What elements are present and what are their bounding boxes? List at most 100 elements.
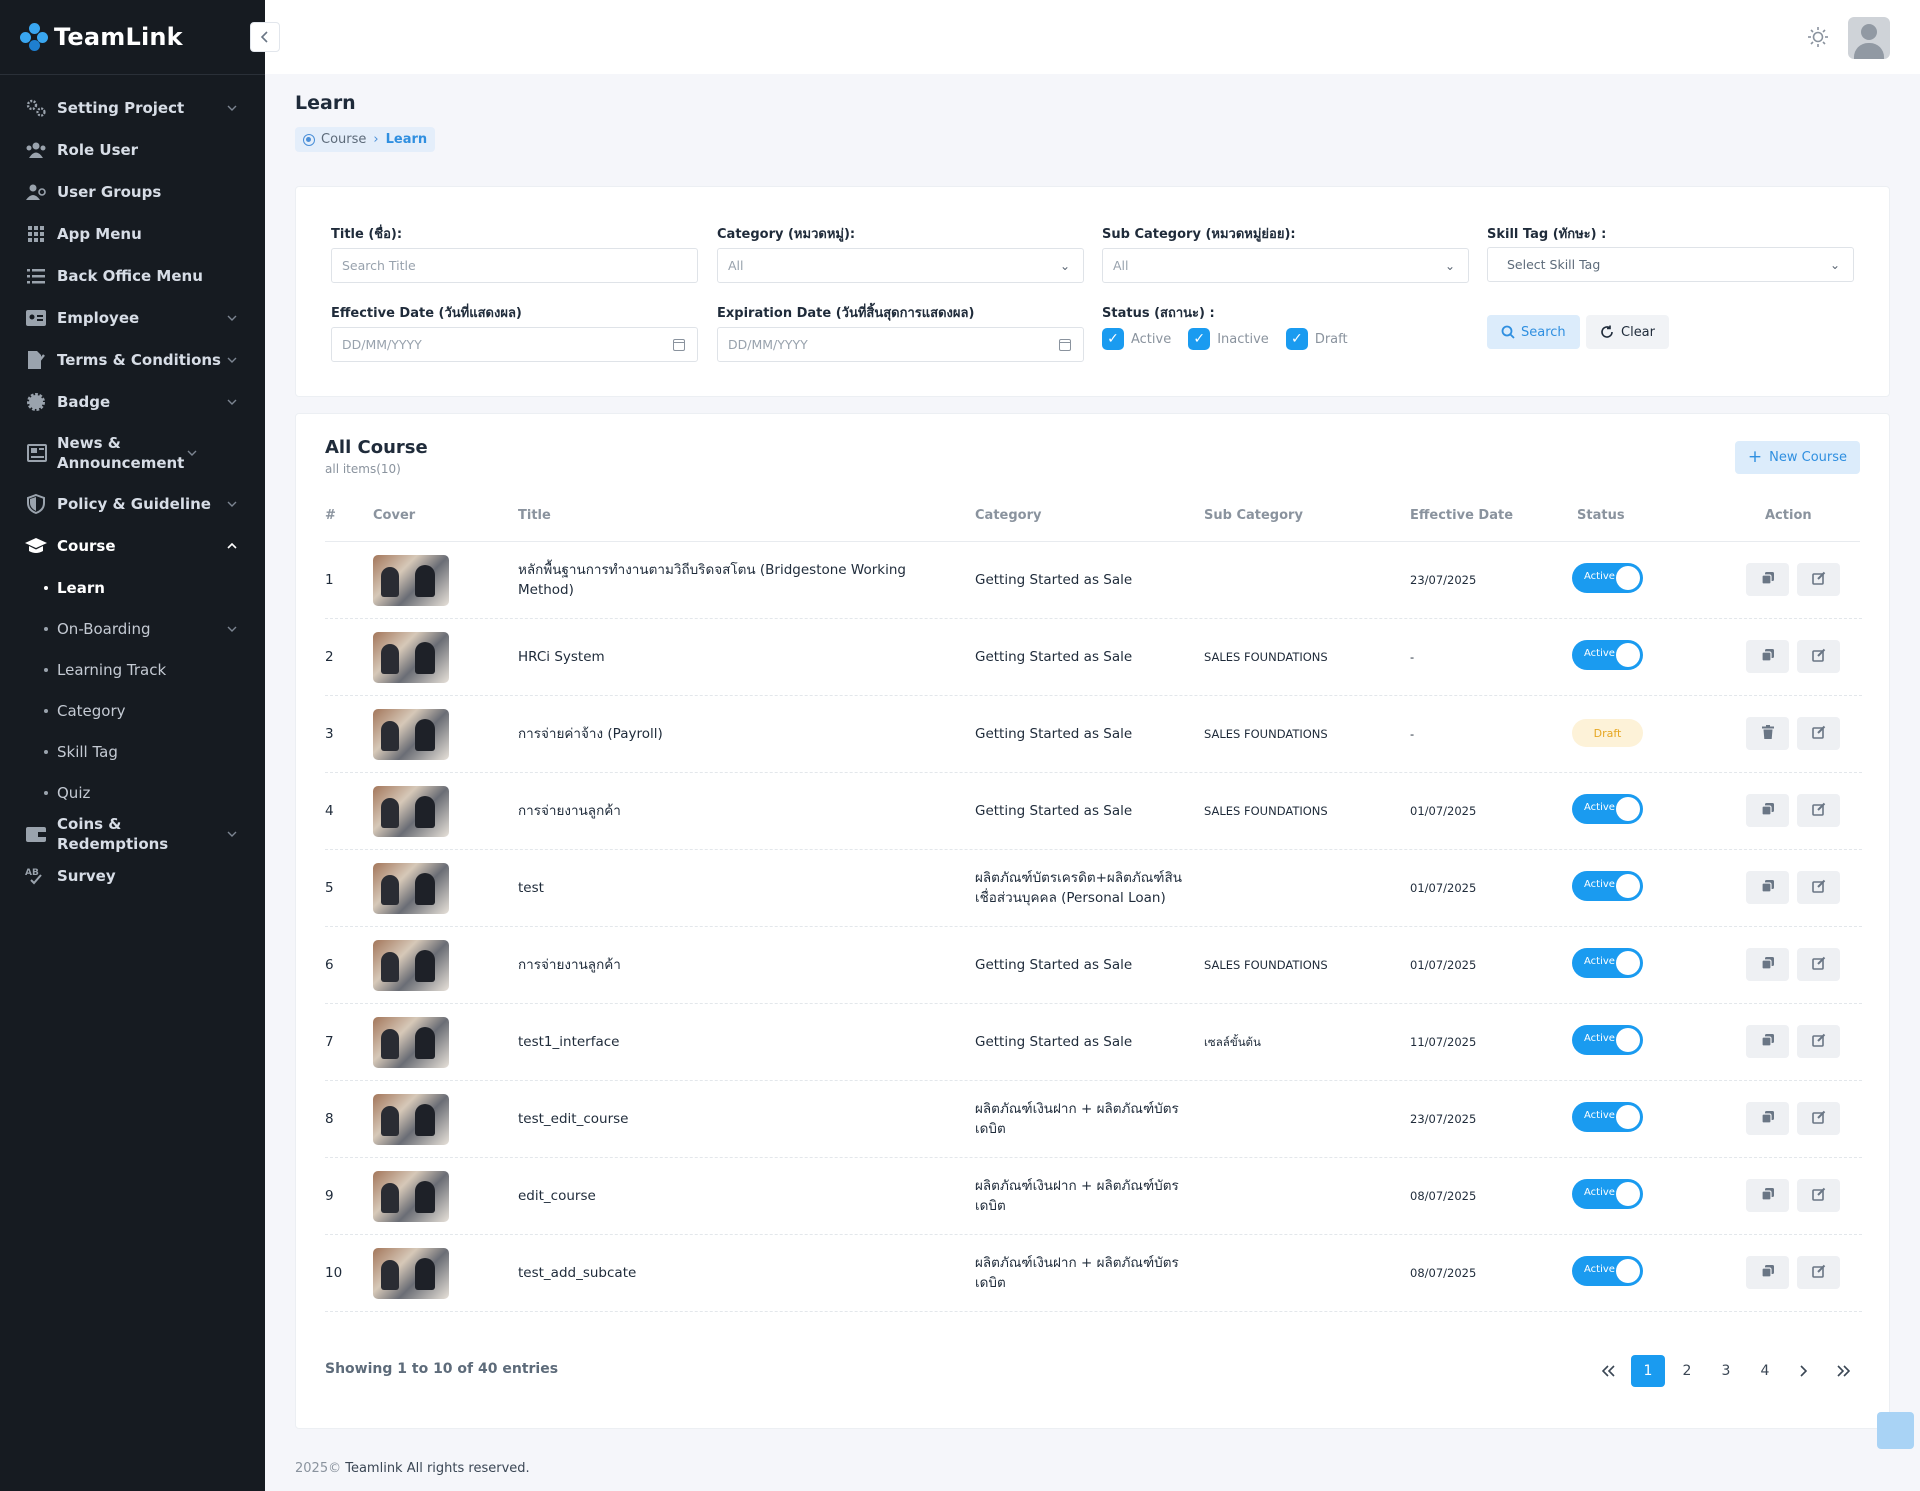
duplicate-button[interactable] <box>1746 1256 1789 1289</box>
sidebar-item-survey[interactable]: AB Survey <box>0 855 265 897</box>
sidebar-subitem-learning-track[interactable]: Learning Track <box>0 649 265 690</box>
duplicate-button[interactable] <box>1746 640 1789 673</box>
edit-button[interactable] <box>1797 717 1840 750</box>
course-title[interactable]: หลักพื้นฐานการทำงานตามวิถีบริดจสโตน (Bri… <box>518 560 958 600</box>
row-number: 3 <box>325 726 334 742</box>
course-title[interactable]: edit_course <box>518 1186 958 1206</box>
status-toggle[interactable]: Active <box>1572 948 1643 978</box>
collapse-sidebar-button[interactable] <box>250 22 280 52</box>
effective-date-input[interactable]: DD/MM/YYYY <box>331 327 698 362</box>
course-title[interactable]: การจ่ายงานลูกค้า <box>518 801 958 821</box>
sun-icon[interactable] <box>1807 26 1829 48</box>
edit-button[interactable] <box>1797 1025 1840 1058</box>
table-row[interactable]: 2 HRCi System Getting Started as Sale SALES… <box>325 619 1862 696</box>
inactive-checkbox[interactable]: ✓ <box>1188 328 1211 350</box>
status-toggle[interactable]: Active <box>1572 871 1643 901</box>
duplicate-button[interactable] <box>1746 563 1789 596</box>
duplicate-button[interactable] <box>1746 1102 1789 1135</box>
table-row[interactable]: 9 edit_course ผลิตภัณฑ์เงินฝาก + ผลิตภัณฑ์… <box>325 1158 1862 1235</box>
sidebar-item-back-office-menu[interactable]: Back Office Menu <box>0 255 265 297</box>
course-title[interactable]: การจ่ายงานลูกค้า <box>518 955 958 975</box>
page-button-1[interactable]: 1 <box>1631 1355 1665 1387</box>
table-row[interactable]: 8 test_edit_course ผลิตภัณฑ์เงินฝาก + ผลิต… <box>325 1081 1862 1158</box>
table-row[interactable]: 7 test1_interface Getting Started as Sale เ… <box>325 1004 1862 1081</box>
new-course-button[interactable]: + New Course <box>1734 441 1860 474</box>
course-title[interactable]: การจ่ายค่าจ้าง (Payroll) <box>518 724 958 744</box>
course-title[interactable]: test <box>518 878 958 898</box>
delete-button[interactable] <box>1746 717 1789 750</box>
first-page-button[interactable] <box>1592 1355 1626 1387</box>
active-checkbox[interactable]: ✓ <box>1102 328 1124 350</box>
sidebar-item-role-user[interactable]: Role User <box>0 129 265 171</box>
sidebar-item-user-groups[interactable]: User Groups <box>0 171 265 213</box>
copy-icon <box>1760 570 1775 589</box>
edit-button[interactable] <box>1797 563 1840 596</box>
scroll-to-top-button[interactable] <box>1877 1412 1914 1449</box>
course-title[interactable]: test_add_subcate <box>518 1263 958 1283</box>
status-toggle[interactable]: Active <box>1572 1025 1643 1055</box>
status-toggle[interactable]: Active <box>1572 640 1643 670</box>
page-button-2[interactable]: 2 <box>1670 1355 1704 1387</box>
table-row[interactable]: 10 test_add_subcate ผลิตภัณฑ์เงินฝาก + ผลิ… <box>325 1235 1862 1312</box>
sidebar-subitem-skill-tag[interactable]: Skill Tag <box>0 731 265 772</box>
sidebar-subitem-learn[interactable]: Learn <box>0 567 265 608</box>
clear-button[interactable]: Clear <box>1586 315 1669 349</box>
avatar[interactable] <box>1848 17 1890 59</box>
table-row[interactable]: 6 การจ่ายงานลูกค้า Getting Started as Sale… <box>325 927 1862 1004</box>
course-title[interactable]: test1_interface <box>518 1032 958 1052</box>
calendar-icon[interactable] <box>673 339 685 351</box>
table-row[interactable]: 1 หลักพื้นฐานการทำงานตามวิถีบริดจสโตน (Br… <box>325 542 1862 619</box>
sidebar-item-employee[interactable]: Employee <box>0 297 265 339</box>
table-row[interactable]: 3 การจ่ายค่าจ้าง (Payroll) Getting Started… <box>325 696 1862 773</box>
next-page-button[interactable] <box>1787 1355 1821 1387</box>
sidebar-item-app-menu[interactable]: App Menu <box>0 213 265 255</box>
duplicate-button[interactable] <box>1746 871 1789 904</box>
sidebar-item-news-announcement[interactable]: News & Announcement <box>0 423 265 483</box>
title-search-input[interactable]: Search Title <box>331 248 698 283</box>
edit-button[interactable] <box>1797 1256 1840 1289</box>
category-select[interactable]: All ⌄ <box>717 248 1084 283</box>
page-button-4[interactable]: 4 <box>1748 1355 1782 1387</box>
search-button[interactable]: Search <box>1487 315 1580 349</box>
expiration-date-input[interactable]: DD/MM/YYYY <box>717 327 1084 362</box>
edit-button[interactable] <box>1797 794 1840 827</box>
breadcrumb-parent[interactable]: Course <box>321 132 366 147</box>
sidebar-item-terms-conditions[interactable]: Terms & Conditions <box>0 339 265 381</box>
draft-checkbox[interactable]: ✓ <box>1285 328 1308 350</box>
sidebar-subitem-quiz[interactable]: Quiz <box>0 772 265 813</box>
edit-button[interactable] <box>1797 871 1840 904</box>
last-page-button[interactable] <box>1826 1355 1860 1387</box>
course-cover-image <box>373 940 449 991</box>
course-category: Getting Started as Sale <box>975 649 1133 665</box>
duplicate-button[interactable] <box>1746 1025 1789 1058</box>
calendar-icon[interactable] <box>1059 339 1071 351</box>
course-cover-image <box>373 555 449 606</box>
sidebar-item-course[interactable]: Course <box>0 525 265 567</box>
course-title[interactable]: HRCi System <box>518 647 958 667</box>
duplicate-button[interactable] <box>1746 794 1789 827</box>
edit-button[interactable] <box>1797 1102 1840 1135</box>
status-toggle[interactable]: Active <box>1572 1256 1643 1286</box>
sidebar-item-policy-guideline[interactable]: Policy & Guideline <box>0 483 265 525</box>
page-button-3[interactable]: 3 <box>1709 1355 1743 1387</box>
edit-button[interactable] <box>1797 640 1840 673</box>
sidebar-subitem-category[interactable]: Category <box>0 690 265 731</box>
status-toggle[interactable]: Active <box>1572 563 1643 593</box>
status-toggle[interactable]: Active <box>1572 1179 1643 1209</box>
duplicate-button[interactable] <box>1746 1179 1789 1212</box>
course-title[interactable]: test_edit_course <box>518 1109 958 1129</box>
sidebar-subitem-on-boarding[interactable]: On-Boarding <box>0 608 265 649</box>
duplicate-button[interactable] <box>1746 948 1789 981</box>
skilltag-select[interactable]: Select Skill Tag ⌄ <box>1487 247 1854 282</box>
subcategory-select[interactable]: All ⌄ <box>1102 248 1469 283</box>
sidebar-item-badge[interactable]: Badge <box>0 381 265 423</box>
sidebar-item-setting-project[interactable]: Setting Project <box>0 87 265 129</box>
status-toggle[interactable]: Active <box>1572 794 1643 824</box>
sidebar-item-coins-redemptions[interactable]: Coins & Redemptions <box>0 813 265 855</box>
edit-button[interactable] <box>1797 1179 1840 1212</box>
table-row[interactable]: 4 การจ่ายงานลูกค้า Getting Started as Sale… <box>325 773 1862 850</box>
table-row[interactable]: 5 test ผลิตภัณฑ์บัตรเครดิต+ผลิตภัณฑ์สินเชื… <box>325 850 1862 927</box>
status-toggle[interactable]: Active <box>1572 1102 1643 1132</box>
edit-button[interactable] <box>1797 948 1840 981</box>
brand[interactable]: TeamLink <box>0 0 265 74</box>
